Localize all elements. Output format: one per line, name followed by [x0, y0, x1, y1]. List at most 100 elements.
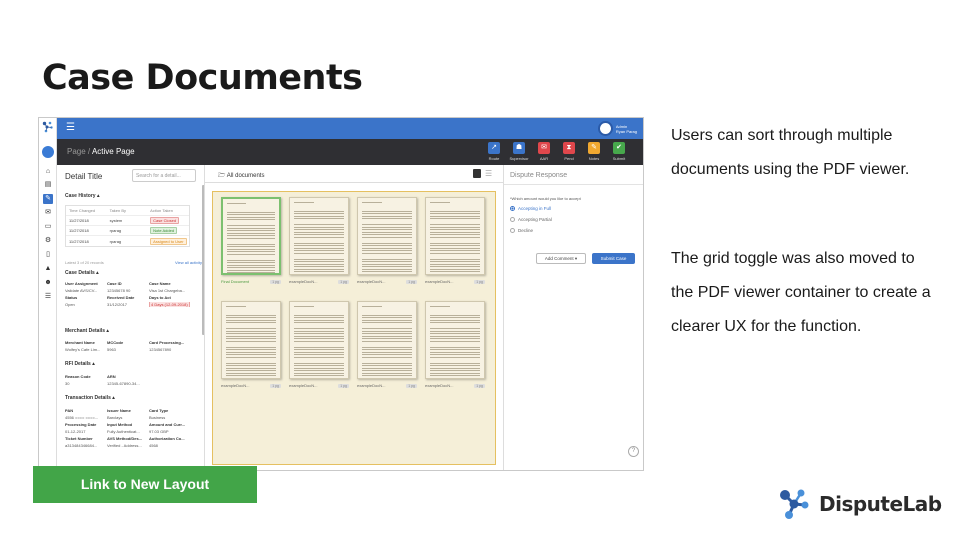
- document-thumbnail[interactable]: Final Document 1 pg: [221, 197, 281, 293]
- preview-line: [294, 317, 344, 319]
- preview-line: [362, 229, 412, 231]
- action-notes-icon: ✎: [588, 142, 600, 154]
- document-page-preview[interactable]: [357, 197, 417, 275]
- case-history-heading[interactable]: Case History ▴: [65, 193, 99, 199]
- warning-icon[interactable]: ▲: [43, 264, 53, 274]
- field-spacer: [149, 374, 193, 379]
- home-icon[interactable]: ⌂: [43, 167, 53, 177]
- breadcrumb-parent[interactable]: Page: [67, 147, 86, 156]
- document-thumbnail[interactable]: exampleDocN... 1 pg: [357, 197, 417, 293]
- preview-line: [294, 322, 344, 324]
- add-comment-dropdown[interactable]: Add Comment ▾: [536, 253, 586, 264]
- document-page-preview[interactable]: [425, 197, 485, 275]
- bank-icon[interactable]: ▤: [43, 180, 53, 190]
- user-menu[interactable]: Admin Ryan Parag: [597, 121, 637, 136]
- preview-line: [430, 375, 480, 377]
- preview-line: [294, 319, 344, 321]
- preview-line: [362, 349, 412, 351]
- preview-line: [227, 214, 275, 216]
- preview-line: [362, 319, 412, 321]
- all-documents-label[interactable]: 🗁 All documents: [218, 171, 264, 181]
- document-page-preview[interactable]: [289, 301, 349, 379]
- page-count-tag: 1 pg: [406, 383, 417, 388]
- document-icon[interactable]: ▯: [43, 250, 53, 260]
- preview-line: [226, 362, 276, 364]
- mail-icon[interactable]: ✉: [43, 208, 53, 218]
- detail-search-input[interactable]: Search for a detail...: [132, 169, 196, 182]
- edit-icon[interactable]: ✎: [43, 194, 53, 204]
- document-thumbnail[interactable]: exampleDocN... 1 pg: [221, 301, 281, 397]
- action-route-button[interactable]: ↗ Route: [484, 142, 504, 161]
- preview-line: [430, 372, 480, 374]
- new-layout-link-button[interactable]: Link to New Layout: [33, 466, 257, 503]
- settings-icon[interactable]: ⚙: [43, 236, 53, 246]
- document-thumbnail[interactable]: exampleDocN... 1 pg: [425, 197, 485, 293]
- accept-option-radio[interactable]: Accepting in Full: [510, 206, 551, 211]
- preview-line: [430, 327, 480, 329]
- preview-line: [226, 338, 276, 340]
- case-details-heading[interactable]: Case Details ▴: [65, 270, 99, 276]
- document-page-preview[interactable]: [289, 197, 349, 275]
- preview-line: [362, 252, 412, 254]
- help-icon[interactable]: ?: [628, 446, 639, 457]
- merchant-details-heading[interactable]: Merchant Details ▴: [65, 328, 109, 334]
- accept-option-radio[interactable]: Decline: [510, 228, 533, 233]
- document-page-preview[interactable]: [357, 301, 417, 379]
- action-cell: Note Added: [147, 227, 188, 234]
- action-label: Route: [488, 156, 500, 161]
- view-all-activity-link[interactable]: View all activity: [175, 260, 202, 265]
- preview-line: [294, 234, 344, 236]
- users-icon[interactable]: ☻: [43, 278, 53, 288]
- document-page-preview[interactable]: [221, 301, 281, 379]
- preview-line: [226, 335, 276, 337]
- preview-line: [362, 340, 412, 342]
- document-thumbnail[interactable]: exampleDocN... 1 pg: [357, 301, 417, 397]
- preview-line: [430, 340, 480, 342]
- action-submit-button[interactable]: ✔ Submit: [609, 142, 629, 161]
- field-label: Input Method: [107, 422, 133, 427]
- preview-line: [430, 236, 480, 238]
- list-icon[interactable]: ☰: [43, 292, 53, 302]
- radio-circle[interactable]: [510, 206, 515, 211]
- action-pend-button[interactable]: ⧗ Pend: [559, 142, 579, 161]
- field-value: Validate AVS/CV...: [65, 288, 98, 293]
- document-thumbnail[interactable]: exampleDocN... 1 pg: [425, 301, 485, 397]
- preview-line: [227, 219, 275, 221]
- preview-line: [294, 327, 344, 329]
- document-caption: exampleDocN... 1 pg: [425, 279, 485, 284]
- action-aar-button[interactable]: ✉ AAR: [534, 142, 554, 161]
- field-label: Status: [65, 295, 78, 300]
- radio-circle[interactable]: [510, 217, 515, 222]
- description-paragraph-1: Users can sort through multiple document…: [671, 127, 910, 178]
- accept-option-radio[interactable]: Accepting Partial: [510, 217, 552, 222]
- document-page-preview[interactable]: [221, 197, 281, 275]
- action-supervisor-button[interactable]: ☗ Supervisor: [509, 142, 529, 161]
- field-value: 4556 ==== ====...: [65, 415, 99, 420]
- profile-icon[interactable]: [42, 146, 54, 158]
- document-page-preview[interactable]: [425, 301, 485, 379]
- list-toggle-icon[interactable]: ☰: [485, 169, 493, 178]
- action-label: Pend: [564, 156, 574, 161]
- rfi-details-heading[interactable]: RFI Details ▴: [65, 361, 95, 367]
- radio-circle[interactable]: [510, 228, 515, 233]
- status-badge: Note Added: [150, 227, 178, 234]
- grid-toggle-icon[interactable]: [473, 169, 481, 178]
- field-value: 4 Days (12-09-2018): [149, 302, 193, 307]
- document-caption: exampleDocN... 1 pg: [221, 383, 281, 388]
- document-thumbnail[interactable]: exampleDocN... 1 pg: [289, 301, 349, 397]
- transaction-details-heading[interactable]: Transaction Details ▴: [65, 395, 115, 401]
- preview-line: [226, 322, 276, 324]
- app-logo-icon[interactable]: [42, 121, 54, 133]
- preview-line: [294, 258, 344, 260]
- document-thumbnail[interactable]: exampleDocN... 1 pg: [289, 197, 349, 293]
- merchant-details-grid: Merchant Name MCCode Card Processing... Wol…: [65, 340, 197, 352]
- preview-line: [294, 365, 344, 367]
- action-notes-button[interactable]: ✎ Notes: [584, 142, 604, 161]
- radio-label: Accepting Partial: [518, 217, 552, 222]
- card-icon[interactable]: ▭: [43, 222, 53, 232]
- field-label: Card Type: [149, 408, 169, 413]
- document-caption: exampleDocN... 1 pg: [357, 383, 417, 388]
- action-label: AAR: [539, 156, 549, 161]
- hamburger-menu-icon[interactable]: ☰: [66, 123, 75, 133]
- submit-case-button[interactable]: Submit Case: [592, 253, 635, 264]
